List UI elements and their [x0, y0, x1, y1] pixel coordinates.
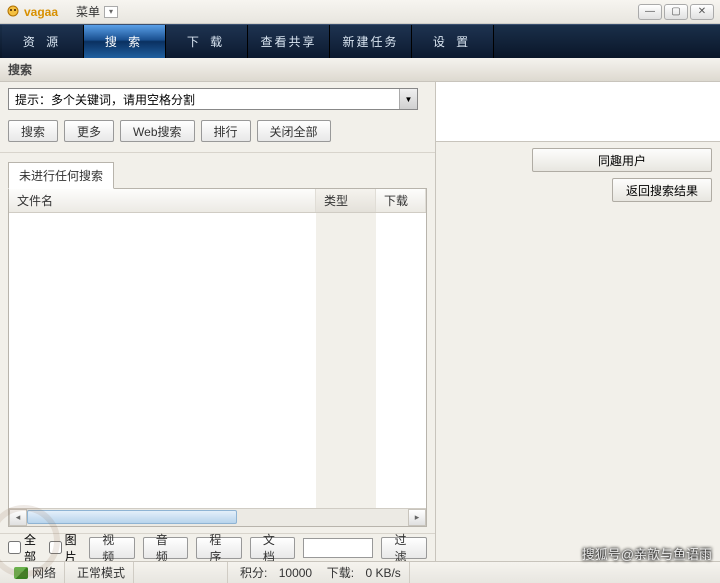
search-input[interactable]	[9, 92, 399, 106]
app-name: vagaa	[24, 5, 58, 19]
nav-tab-download[interactable]: 下 载	[166, 25, 248, 58]
nav-tab-settings[interactable]: 设 置	[412, 25, 494, 58]
scroll-thumb[interactable]	[27, 510, 237, 524]
menu-label[interactable]: 菜单	[76, 3, 100, 20]
right-preview	[436, 82, 720, 142]
nav-tab-search[interactable]: 搜 索	[84, 25, 166, 58]
nav-tab-resources[interactable]: 资 源	[2, 25, 84, 58]
filter-program-button[interactable]: 程序	[196, 537, 242, 559]
network-icon	[14, 567, 28, 579]
filter-video-button[interactable]: 视频	[89, 537, 135, 559]
minimize-button[interactable]: —	[638, 4, 662, 20]
table-body	[9, 213, 426, 508]
results-table: 文件名 类型 下载 ◂ ▸	[8, 188, 427, 527]
nav-tab-newtask[interactable]: 新建任务	[330, 25, 412, 58]
scroll-right-icon[interactable]: ▸	[408, 509, 426, 526]
filter-audio-button[interactable]: 音频	[143, 537, 189, 559]
scroll-left-icon[interactable]: ◂	[9, 509, 27, 526]
right-panel: 同趣用户 返回搜索结果	[436, 142, 720, 561]
status-bar: 网络 正常模式 积分: 10000 下载: 0 KB/s	[0, 561, 720, 583]
status-network: 网络	[6, 562, 65, 583]
col-download[interactable]: 下载	[376, 189, 426, 212]
search-button[interactable]: 搜索	[8, 120, 58, 142]
col-type[interactable]: 类型	[316, 189, 376, 212]
combo-dropdown-icon[interactable]: ▼	[399, 89, 417, 109]
col-filename[interactable]: 文件名	[9, 189, 316, 212]
section-title: 搜索	[8, 61, 32, 78]
horizontal-scrollbar[interactable]: ◂ ▸	[9, 508, 426, 526]
status-mode: 正常模式	[69, 562, 134, 583]
filter-bar: 全部 图片 视频 音频 程序 文档 过滤	[0, 533, 435, 561]
maximize-button[interactable]: ▢	[664, 4, 688, 20]
filter-all[interactable]: 全部	[8, 531, 41, 565]
rank-button[interactable]: 排行	[201, 120, 251, 142]
search-combo[interactable]: ▼	[8, 88, 418, 110]
section-header: 搜索	[0, 58, 720, 82]
title-bar: vagaa 菜单 ▾ — ▢ ✕	[0, 0, 720, 24]
filter-text-input[interactable]	[303, 538, 373, 558]
results-tab[interactable]: 未进行任何搜索	[8, 162, 114, 189]
web-search-button[interactable]: Web搜索	[120, 120, 194, 142]
app-logo-icon	[6, 5, 20, 19]
menu-dropdown-icon[interactable]: ▾	[104, 6, 118, 18]
more-button[interactable]: 更多	[64, 120, 114, 142]
search-area: ▼ 搜索 更多 Web搜索 排行 关闭全部	[0, 82, 435, 153]
same-interest-button[interactable]: 同趣用户	[532, 148, 712, 172]
filter-doc-button[interactable]: 文档	[250, 537, 296, 559]
table-header: 文件名 类型 下载	[9, 189, 426, 213]
nav-tab-shared[interactable]: 查看共享	[248, 25, 330, 58]
status-points: 积分: 10000 下载: 0 KB/s	[232, 562, 410, 583]
filter-apply-button[interactable]: 过滤	[381, 537, 427, 559]
close-button[interactable]: ✕	[690, 4, 714, 20]
close-all-button[interactable]: 关闭全部	[257, 120, 331, 142]
back-results-button[interactable]: 返回搜索结果	[612, 178, 712, 202]
filter-image[interactable]: 图片	[49, 531, 82, 565]
main-nav: 资 源 搜 索 下 载 查看共享 新建任务 设 置	[0, 24, 720, 58]
